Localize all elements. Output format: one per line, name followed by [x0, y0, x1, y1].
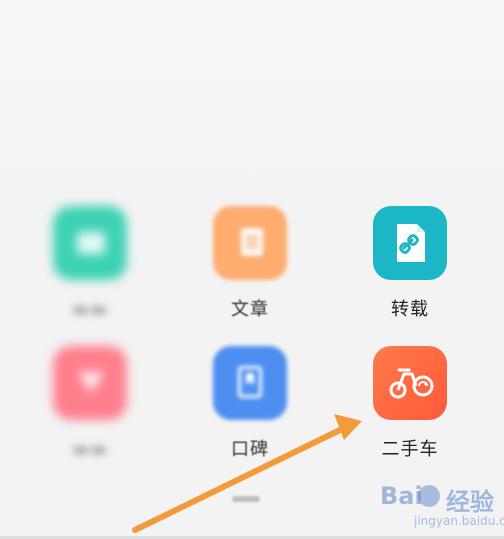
watermark: Bai 经验 jingyan.baidu.com [380, 478, 504, 539]
arrow-icon [132, 414, 362, 533]
watermark-text2: 经验 [446, 488, 494, 516]
watermark-sub: jingyan.baidu.com [414, 514, 504, 528]
watermark-text: Bai [380, 482, 423, 510]
paw-icon [418, 485, 440, 507]
